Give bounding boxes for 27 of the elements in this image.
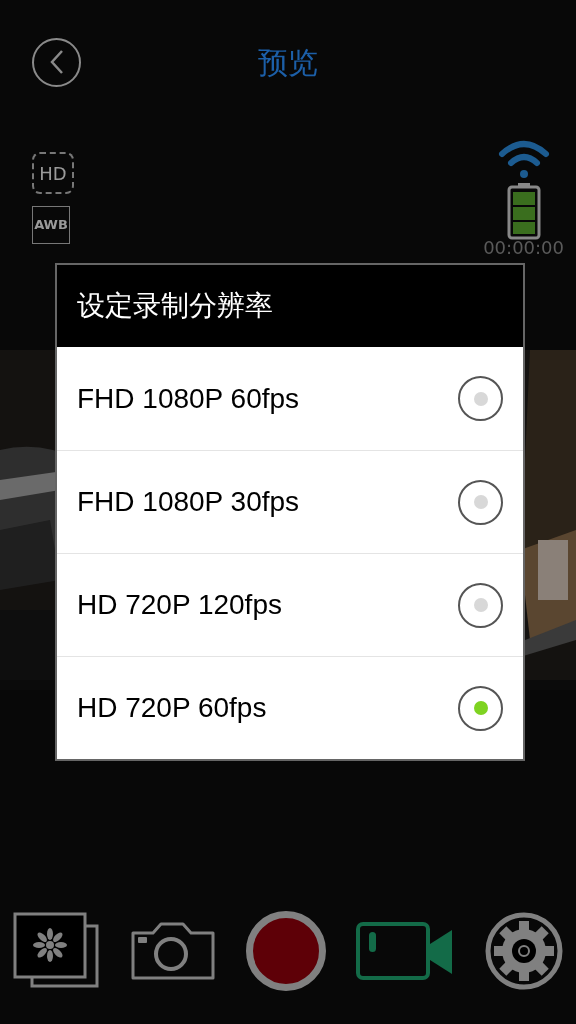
resolution-option[interactable]: HD 720P 60fps [57,656,523,759]
camera-icon [130,921,216,981]
recording-timer: 00:00:00 [483,238,564,258]
awb-badge: AWB [32,206,70,244]
resolution-option[interactable]: HD 720P 120fps [57,553,523,656]
chevron-left-icon [48,49,65,75]
resolution-option[interactable]: FHD 1080P 60fps [57,347,523,450]
resolution-option[interactable]: FHD 1080P 30fps [57,450,523,553]
settings-icon [485,912,563,990]
back-button[interactable] [32,37,81,87]
option-label: HD 720P 120fps [77,588,282,622]
radio-button[interactable] [458,582,503,628]
gallery-icon [12,911,100,991]
option-label: HD 720P 60fps [77,691,267,725]
video-camera-icon [356,922,454,980]
dialog-title: 设定录制分辨率 [77,288,273,324]
radio-button[interactable] [458,685,503,731]
radio-button[interactable] [458,376,503,421]
resolution-badge: HD [32,152,74,194]
gallery-button[interactable] [12,911,100,991]
option-label: FHD 1080P 60fps [77,381,300,416]
battery-icon [506,182,541,240]
option-label: FHD 1080P 30fps [77,485,300,519]
wifi-icon [497,140,550,180]
settings-button[interactable] [484,911,564,991]
radio-button[interactable] [458,479,503,525]
screen-title: 预览 [258,43,318,82]
